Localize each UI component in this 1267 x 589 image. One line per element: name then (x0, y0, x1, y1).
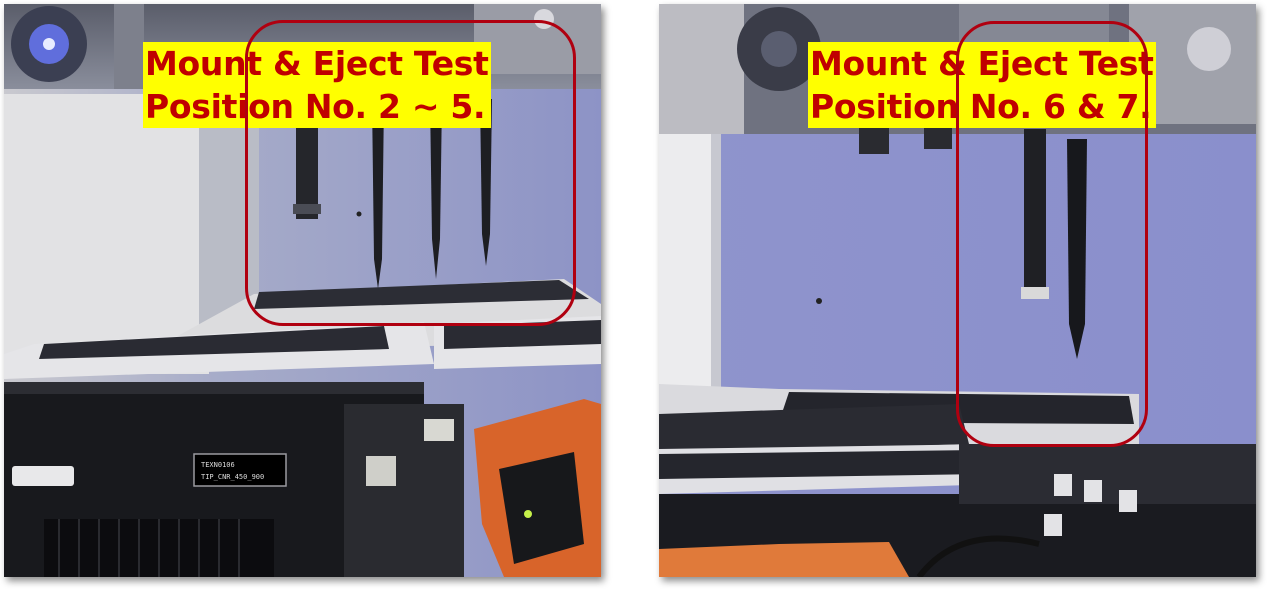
equipment-label-tag-line2: TIP_CNR_450_900 (201, 473, 264, 481)
caption-line-1: Mount & Eject Test (810, 44, 1154, 83)
photo-panel-right: Mount & Eject Test Position No. 6 & 7. (659, 4, 1256, 577)
photo-panel-left: TEXN0106 TIP_CNR_450_900 Mount & Eject T… (4, 4, 601, 577)
caption-line-2: Position No. 2 ~ 5. (145, 87, 486, 126)
panel-caption-right: Mount & Eject Test Position No. 6 & 7. (808, 42, 1156, 128)
caption-line-1: Mount & Eject Test (145, 44, 489, 83)
caption-line-2: Position No. 6 & 7. (810, 87, 1152, 126)
equipment-label-tag-line1: TEXN0106 (201, 461, 235, 469)
panel-caption-left: Mount & Eject Test Position No. 2 ~ 5. (143, 42, 491, 128)
